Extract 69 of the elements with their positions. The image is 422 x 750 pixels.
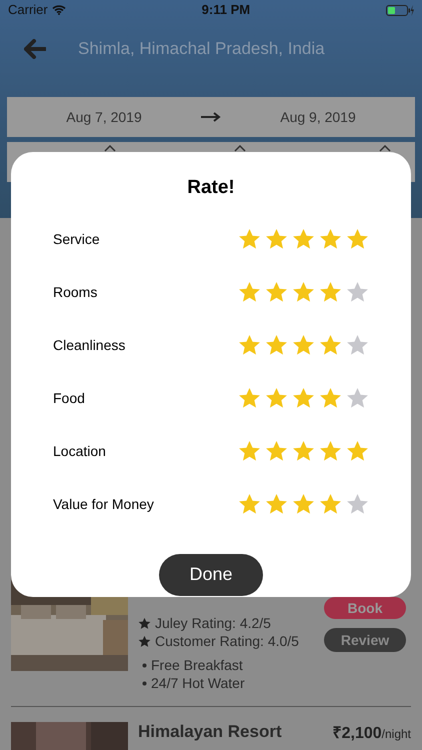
star-icon <box>292 334 315 356</box>
star-icon <box>346 281 369 303</box>
star-icon <box>238 228 261 250</box>
star-icon <box>319 440 342 462</box>
carrier-label: Carrier <box>8 1 48 20</box>
star-icon <box>238 387 261 409</box>
rating-text: Juley Rating: 4.2/5 <box>155 614 271 632</box>
star-icon <box>238 493 261 515</box>
check-out-date[interactable]: Aug 9, 2019 <box>221 106 415 128</box>
caret-icon[interactable] <box>104 145 116 152</box>
star-icon <box>238 281 261 303</box>
star-icon <box>292 228 315 250</box>
bullet-icon <box>142 680 147 686</box>
book-button[interactable]: Book <box>324 597 406 619</box>
amenity-text: Free Breakfast <box>151 656 243 674</box>
dialog-title: Rate! <box>186 176 236 200</box>
battery-icon <box>386 4 414 16</box>
wifi-icon <box>52 5 66 15</box>
star-icon <box>346 334 369 356</box>
star-icon <box>319 228 342 250</box>
star-icon <box>319 493 342 515</box>
price-unit: /night <box>382 726 411 743</box>
star-icon <box>238 334 261 356</box>
star-icon <box>292 387 315 409</box>
star-icon <box>319 334 342 356</box>
star-icon <box>138 634 151 648</box>
star-icon <box>319 281 342 303</box>
star-rating[interactable] <box>238 493 369 515</box>
star-rating[interactable] <box>238 281 369 303</box>
review-button[interactable]: Review <box>324 628 406 652</box>
star-icon <box>265 228 288 250</box>
star-icon <box>265 334 288 356</box>
location-title: Shimla, Himachal Pradesh, India <box>78 38 325 60</box>
star-rating[interactable] <box>238 387 369 409</box>
star-rating[interactable] <box>238 334 369 356</box>
star-icon <box>292 493 315 515</box>
star-rating[interactable] <box>238 440 369 462</box>
caret-icon[interactable] <box>234 145 246 152</box>
rating-label: Value for Money <box>53 494 154 514</box>
rating-text: Customer Rating: 4.0/5 <box>155 632 299 650</box>
star-icon <box>238 440 261 462</box>
star-icon <box>346 440 369 462</box>
star-rating[interactable] <box>238 228 369 250</box>
rating-label: Location <box>53 442 106 460</box>
check-in-date[interactable]: Aug 7, 2019 <box>7 106 201 128</box>
star-icon <box>265 440 288 462</box>
amenity-text: 24/7 Hot Water <box>151 674 245 692</box>
rating-label: Service <box>53 230 100 248</box>
star-icon <box>265 387 288 409</box>
rating-label: Cleanliness <box>53 336 126 354</box>
done-button[interactable]: Done <box>159 554 263 596</box>
star-icon <box>138 616 151 630</box>
star-icon <box>319 387 342 409</box>
hotel-name: Himalayan Resort <box>138 722 283 742</box>
star-icon <box>265 281 288 303</box>
star-icon <box>265 493 288 515</box>
caret-icon[interactable] <box>379 145 391 152</box>
star-icon <box>292 281 315 303</box>
price: ₹2,100 <box>332 724 382 744</box>
star-icon <box>292 440 315 462</box>
right-arrow-icon <box>201 112 221 122</box>
star-icon <box>346 228 369 250</box>
clock-time: 9:11 PM <box>202 1 250 20</box>
rating-label: Food <box>53 388 85 408</box>
back-arrow-icon[interactable] <box>24 38 46 58</box>
bullet-icon <box>142 662 147 668</box>
star-icon <box>346 493 369 515</box>
star-icon <box>346 387 369 409</box>
rating-label: Rooms <box>53 282 98 302</box>
